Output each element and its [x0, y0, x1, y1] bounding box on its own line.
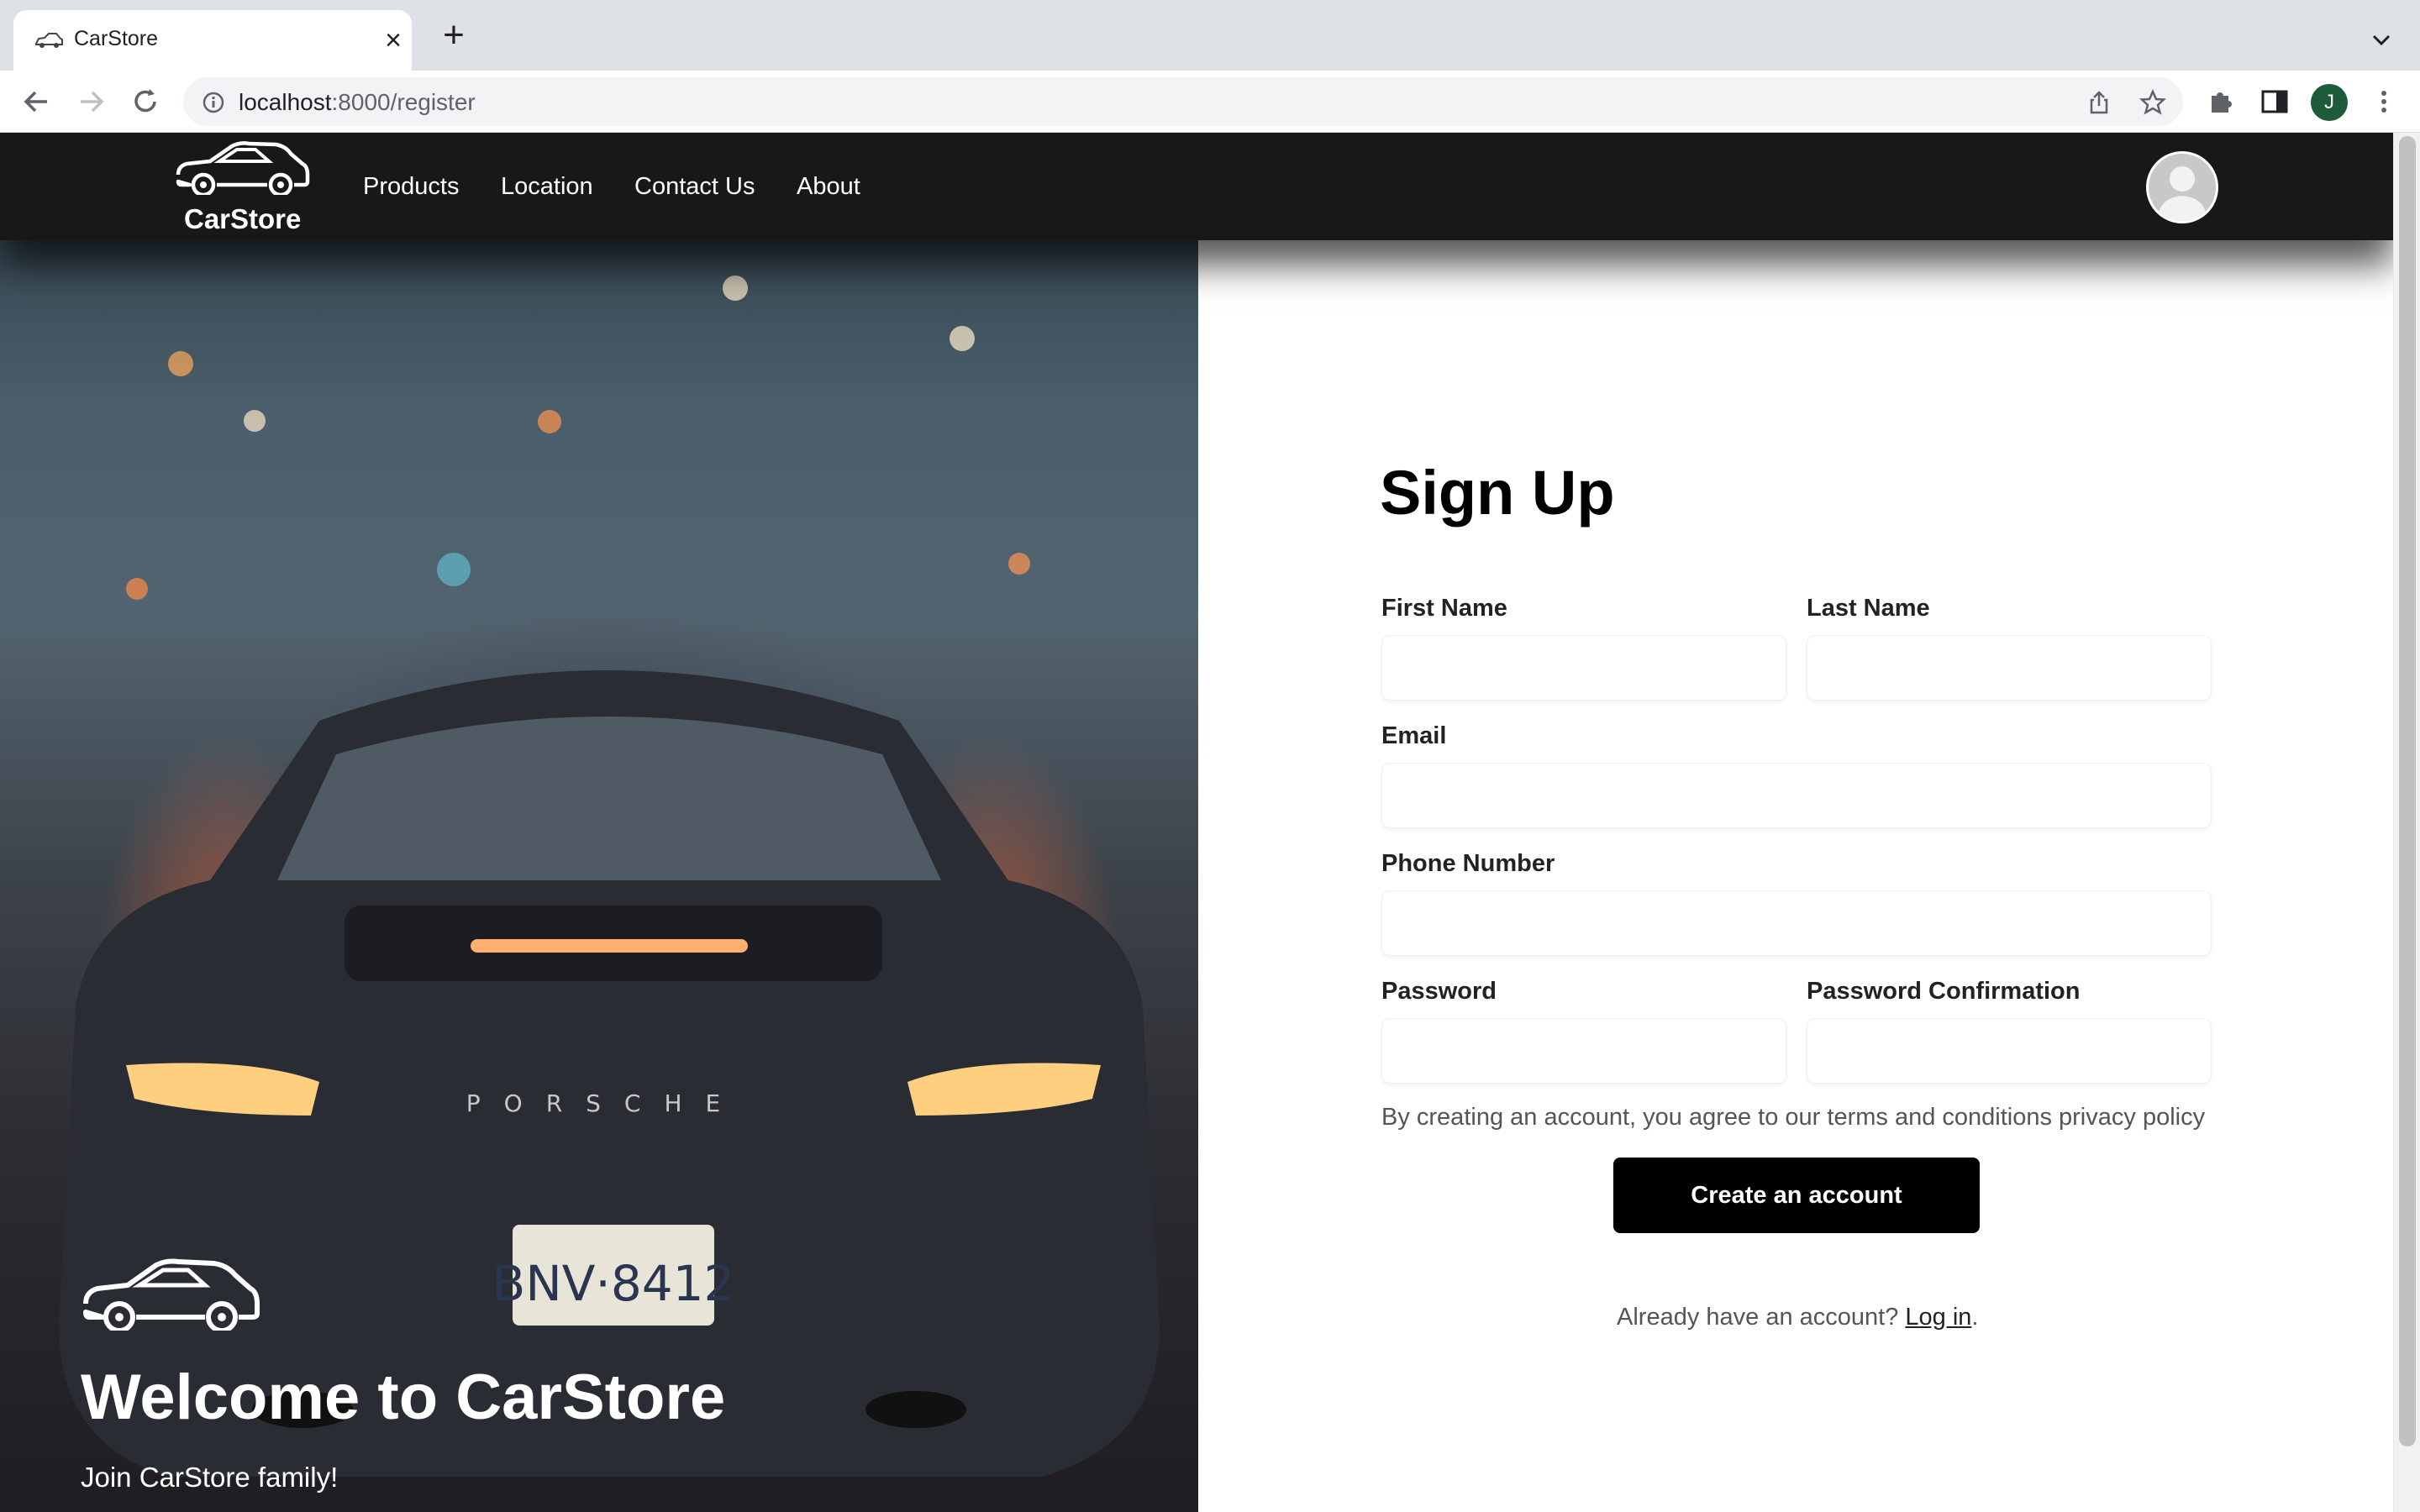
nav-link-location[interactable]: Location [501, 173, 593, 201]
hero-subtitle: Join CarStore family! [81, 1462, 339, 1493]
site-navbar: CarStore Products Location Contact Us Ab… [0, 133, 2393, 240]
close-tab-icon[interactable]: × [376, 24, 410, 57]
bokeh-light [538, 410, 561, 433]
user-avatar[interactable] [2146, 151, 2218, 223]
brand-name: CarStore [184, 203, 302, 234]
password-input[interactable] [1381, 1018, 1786, 1084]
menu-kebab-icon[interactable] [2368, 86, 2400, 118]
login-prompt-text: Already have an account? [1617, 1304, 1899, 1331]
back-arrow-icon[interactable] [18, 84, 54, 119]
bokeh-light [1008, 553, 1030, 575]
car-logo-icon [83, 1258, 260, 1331]
login-suffix: . [1971, 1304, 1979, 1331]
nav-link-about[interactable]: About [797, 173, 860, 201]
share-icon[interactable] [2086, 89, 2112, 116]
nav-link-contact-us[interactable]: Contact Us [634, 173, 755, 201]
password-confirmation-label: Password Confirmation [1807, 978, 2081, 1005]
browser-tab[interactable]: CarStore × [13, 10, 412, 71]
car-logo-icon [176, 141, 310, 195]
url-path: :8000/register [331, 89, 476, 115]
terms-text: By creating an account, you agree to our… [1381, 1104, 2206, 1131]
login-prompt: Already have an account? Log in. [1617, 1304, 1978, 1331]
site-info-icon[interactable] [202, 91, 225, 114]
bookmark-star-icon[interactable] [2139, 89, 2166, 116]
car-favicon-icon [35, 33, 63, 48]
email-label: Email [1381, 722, 1447, 749]
tab-search-chevron-icon[interactable] [2366, 25, 2396, 55]
address-bar[interactable]: localhost:8000/register [183, 77, 2183, 126]
extensions-puzzle-icon[interactable] [2205, 86, 2237, 118]
profile-avatar-chip[interactable]: J [2311, 84, 2348, 121]
tab-title: CarStore [74, 27, 159, 50]
last-name-label: Last Name [1807, 595, 1930, 622]
first-name-label: First Name [1381, 595, 1507, 622]
phone-number-label: Phone Number [1381, 850, 1555, 877]
hero-image-panel: PORSCHE BNV·8412 Welcome to CarStore Joi… [0, 133, 1198, 1512]
browser-toolbar: localhost:8000/register J [0, 71, 2420, 133]
email-input[interactable] [1381, 763, 2212, 828]
bokeh-light [168, 351, 193, 376]
svg-text:BNV·8412: BNV·8412 [492, 1255, 735, 1312]
password-label: Password [1381, 978, 1497, 1005]
create-account-button[interactable]: Create an account [1613, 1158, 1980, 1233]
url-host: localhost [239, 89, 332, 115]
form-title: Sign Up [1380, 458, 1615, 528]
hero-title: Welcome to CarStore [81, 1362, 726, 1433]
bokeh-light [126, 578, 148, 600]
scrollbar-thumb[interactable] [2399, 136, 2416, 1446]
forward-arrow-icon[interactable] [74, 84, 109, 119]
page-scrollbar[interactable] [2393, 133, 2420, 1512]
user-silhouette-icon [2157, 166, 2207, 221]
last-name-input[interactable] [1807, 635, 2212, 701]
side-panel-icon[interactable] [2259, 86, 2291, 118]
phone-number-input[interactable] [1381, 890, 2212, 956]
password-confirmation-input[interactable] [1807, 1018, 2212, 1084]
url-text: localhost:8000/register [239, 89, 476, 116]
bokeh-light [950, 326, 975, 351]
browser-tabstrip: CarStore × + [0, 0, 2420, 71]
login-link[interactable]: Log in [1905, 1304, 1971, 1331]
bokeh-light [244, 410, 266, 432]
bokeh-light [437, 553, 471, 586]
brand-home-link[interactable]: CarStore [173, 141, 310, 234]
svg-text:PORSCHE: PORSCHE [466, 1089, 744, 1117]
nav-link-products[interactable]: Products [363, 173, 459, 201]
page-viewport: PORSCHE BNV·8412 Welcome to CarStore Joi… [0, 133, 2393, 1512]
reload-icon[interactable] [128, 84, 163, 119]
new-tab-icon[interactable]: + [435, 17, 472, 55]
first-name-input[interactable] [1381, 635, 1786, 701]
bokeh-light [723, 276, 748, 301]
